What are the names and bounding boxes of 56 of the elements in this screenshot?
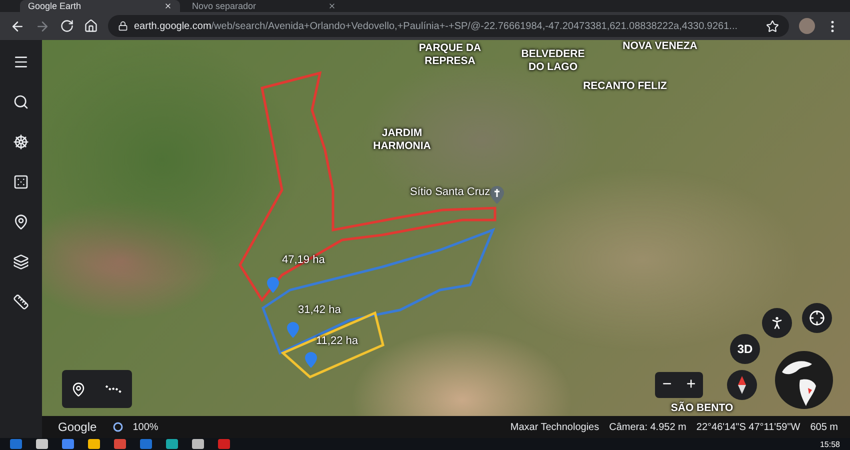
location-button[interactable] <box>802 303 832 333</box>
browser-tab[interactable]: Novo separador <box>184 0 344 12</box>
camera-altitude: Câmera: 4.952 m <box>609 422 686 432</box>
taskbar-app-icon[interactable] <box>218 439 230 449</box>
taskbar-app-icon[interactable] <box>36 439 48 449</box>
place-label: Sítio Santa Cruz <box>410 186 490 198</box>
path-icon[interactable] <box>104 383 123 395</box>
back-icon[interactable] <box>10 18 25 34</box>
map-pin-icon[interactable] <box>71 382 86 396</box>
coordinates-text: 22°46'14"S 47°11'59"W <box>696 422 800 432</box>
ship-wheel-icon[interactable] <box>13 134 29 150</box>
compass-needle-icon <box>738 376 746 394</box>
forward-icon[interactable] <box>35 18 50 34</box>
zoom-in-button[interactable]: + <box>679 372 703 398</box>
taskbar-app-icon[interactable] <box>88 439 100 449</box>
taskbar-app-icon[interactable] <box>10 439 22 449</box>
imagery-credit: Maxar Technologies <box>510 422 600 432</box>
ruler-icon[interactable] <box>13 294 29 310</box>
place-label: SÃO BENTO <box>670 402 734 415</box>
place-label: JARDIM HARMONIA <box>373 127 431 152</box>
place-label: BELVEDERE DO LAGO <box>521 48 585 74</box>
search-icon[interactable] <box>13 94 29 110</box>
taskbar-app-icon[interactable] <box>192 439 204 449</box>
area-label: 11,22 ha <box>316 335 358 347</box>
cross-pin-icon[interactable] <box>490 186 504 204</box>
taskbar-app-icon[interactable] <box>62 439 74 449</box>
map-pin-icon[interactable] <box>13 214 29 230</box>
reload-icon[interactable] <box>60 19 74 33</box>
area-label: 31,42 ha <box>298 304 341 316</box>
zoom-out-button[interactable]: − <box>655 372 679 398</box>
home-icon[interactable] <box>84 19 98 33</box>
browser-tab[interactable]: Google Earth <box>20 0 180 12</box>
layers-icon[interactable] <box>13 254 29 270</box>
place-label: NOVA VENEZA <box>622 40 698 53</box>
loading-ring-icon <box>112 422 123 432</box>
place-label: PARQUE DA REPRESA <box>418 42 482 68</box>
star-icon[interactable] <box>766 20 779 32</box>
taskbar-app-icon[interactable] <box>140 439 152 449</box>
crosshair-icon <box>809 310 825 326</box>
place-label: RECANTO FELIZ <box>583 80 667 93</box>
loading-percent: 100% <box>132 422 158 432</box>
lock-icon <box>118 21 128 31</box>
taskbar-app-icon[interactable] <box>114 439 126 449</box>
pegman-button[interactable] <box>762 308 792 338</box>
compass-button[interactable] <box>727 370 757 400</box>
clock-text: 15:58 <box>820 440 840 448</box>
address-bar[interactable]: earth.google.com/web/search/Avenida+Orlando+Vedovello,+Paulínia+-+SP/@-22.76661984,-47.20473381,621.08838222a,4330.9261... <box>108 15 789 37</box>
taskbar-app-icon[interactable] <box>166 439 178 449</box>
menu-icon[interactable] <box>13 54 29 70</box>
avatar[interactable] <box>799 18 815 34</box>
brand-text: Google <box>58 420 97 434</box>
3d-button[interactable]: 3D <box>730 334 760 364</box>
globe-icon[interactable] <box>774 350 834 410</box>
dice-icon[interactable] <box>13 174 29 190</box>
close-icon[interactable] <box>328 2 336 10</box>
elevation-text: 605 m <box>810 422 838 432</box>
